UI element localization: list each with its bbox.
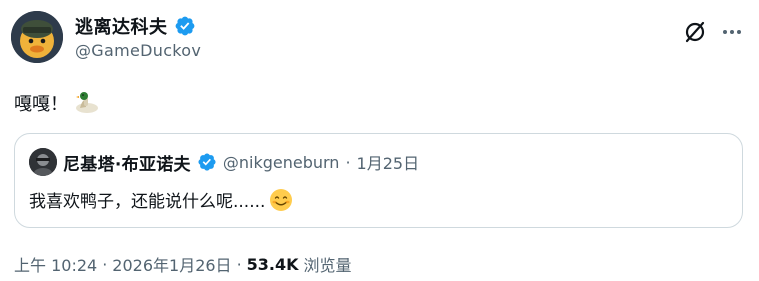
more-icon[interactable] xyxy=(718,20,746,44)
duck-emoji xyxy=(76,92,98,113)
quoted-post-date[interactable]: 1月25日 xyxy=(357,150,420,174)
post-meta: 上午 10:24 · 2026年1月26日 · 53.4K 浏览量 xyxy=(14,252,352,276)
separator-dot: · xyxy=(345,152,351,172)
more-dot xyxy=(730,30,734,34)
separator-dot: · xyxy=(236,254,242,274)
more-dot xyxy=(737,30,741,34)
quoted-author-name[interactable]: 尼基塔·布亚诺夫 xyxy=(63,150,191,175)
avatar-image xyxy=(29,148,57,176)
more-dot xyxy=(723,30,727,34)
author-handle[interactable]: @GameDuckov xyxy=(75,41,201,60)
post-time[interactable]: 上午 10:24 xyxy=(14,252,97,276)
views-count: 53.4K xyxy=(246,254,299,274)
quoted-author-avatar[interactable] xyxy=(29,148,57,176)
author-name-row: 逃离达科夫 xyxy=(75,13,201,39)
separator-dot: · xyxy=(102,254,108,274)
author-avatar[interactable] xyxy=(11,11,63,63)
views-label: 浏览量 xyxy=(303,256,352,275)
quoted-post-text: 我喜欢鸭子，还能说什么呢...... xyxy=(29,187,293,212)
quoted-author-handle[interactable]: @nikgeneburn xyxy=(223,153,340,172)
smiling-face-emoji xyxy=(270,188,293,211)
grok-icon[interactable] xyxy=(681,18,709,46)
duck-avatar-image xyxy=(11,11,63,63)
quoted-post-text-content: 我喜欢鸭子，还能说什么呢...... xyxy=(29,192,266,212)
post-text: 嘎嘎！ xyxy=(14,90,100,116)
verified-badge-icon[interactable] xyxy=(174,15,196,37)
verified-badge-icon[interactable] xyxy=(197,152,217,172)
quoted-post-card[interactable]: 尼基塔·布亚诺夫 @nikgeneburn · 1月25日 我喜欢鸭子，还能说什… xyxy=(14,133,743,228)
post-text-content: 嘎嘎！ xyxy=(14,94,68,115)
quoted-post-header: 尼基塔·布亚诺夫 @nikgeneburn · 1月25日 xyxy=(29,147,419,177)
author-info: 逃离达科夫 @GameDuckov xyxy=(75,13,201,60)
post-date[interactable]: 2026年1月26日 xyxy=(112,252,231,276)
author-display-name[interactable]: 逃离达科夫 xyxy=(75,13,168,39)
